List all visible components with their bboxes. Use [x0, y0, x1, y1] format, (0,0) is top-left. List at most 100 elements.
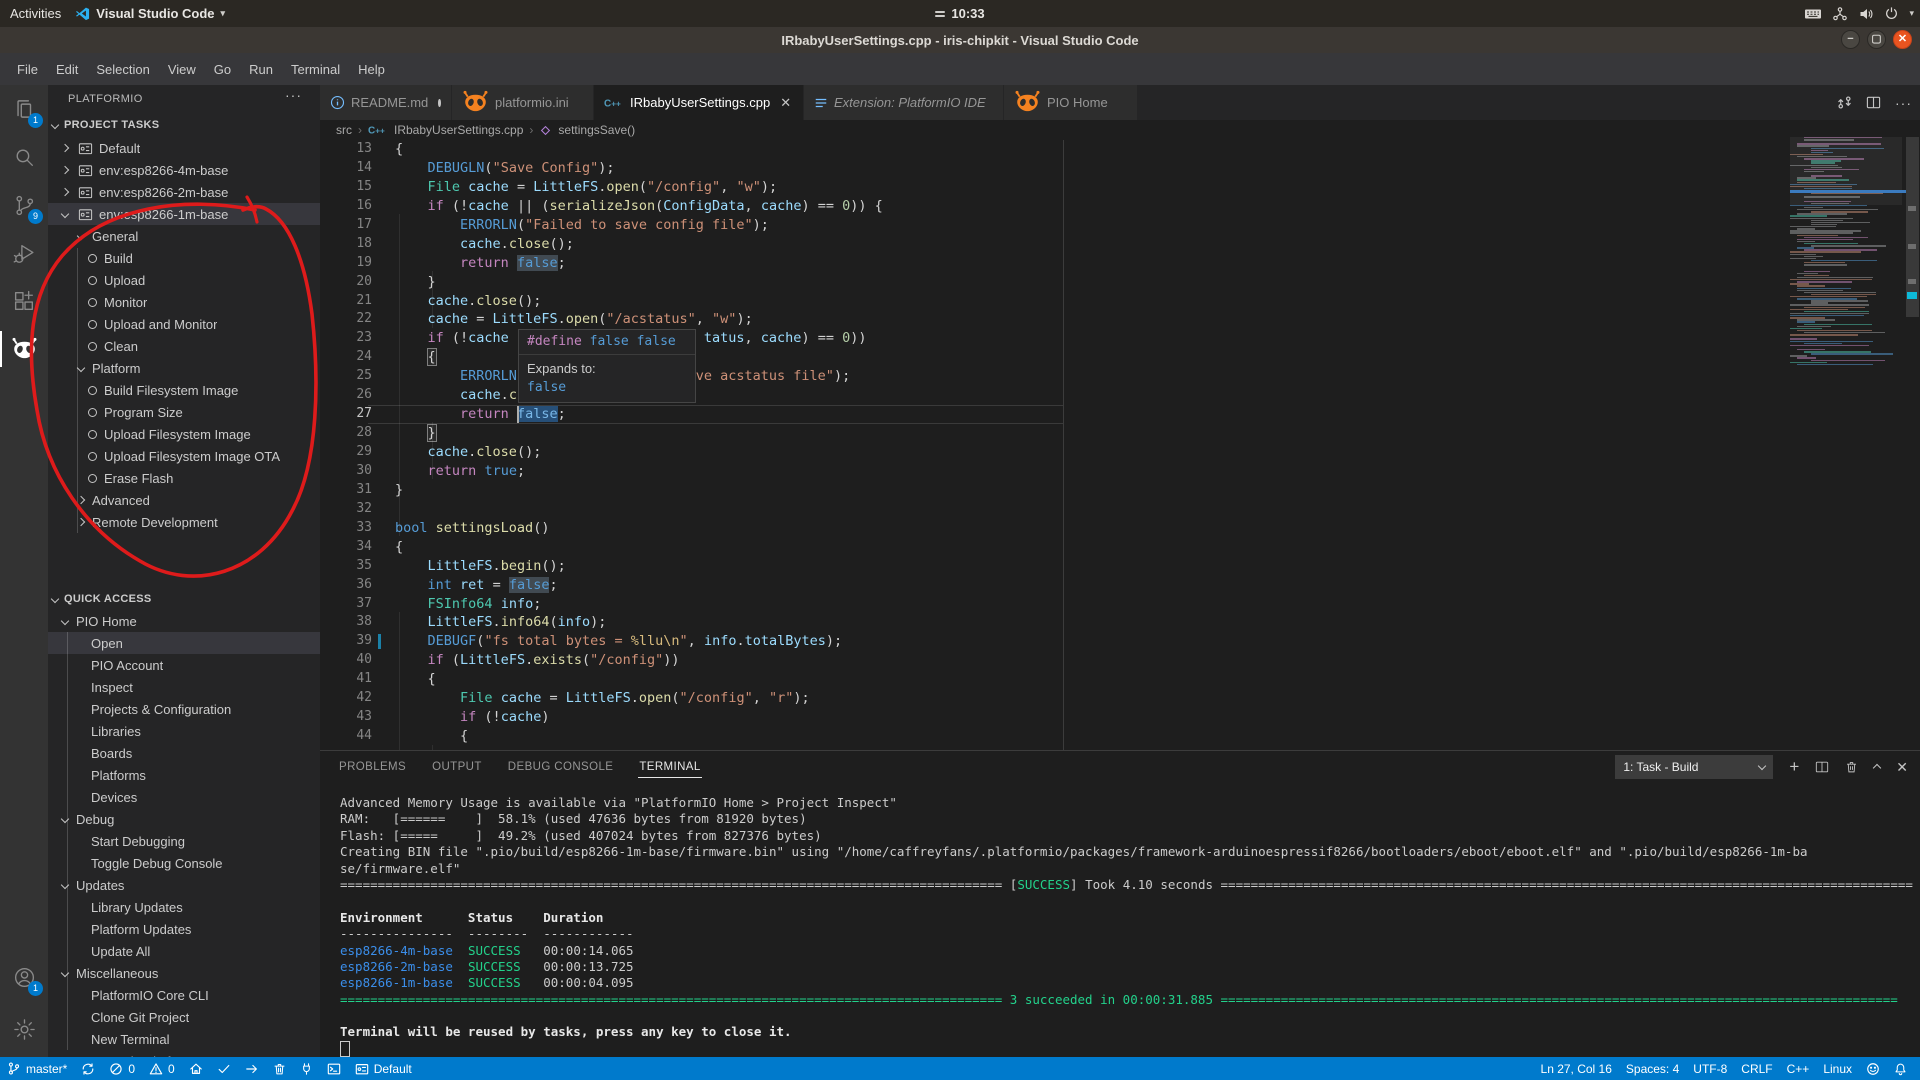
activity-extensions-icon[interactable]: [0, 277, 48, 325]
chevron-down-icon[interactable]: ▾: [1909, 8, 1914, 19]
kill-terminal-icon[interactable]: [1845, 760, 1858, 774]
more-actions-icon[interactable]: ···: [285, 87, 302, 103]
task-build[interactable]: Build: [48, 247, 320, 269]
pio-clean-button[interactable]: [266, 1057, 293, 1080]
close-button[interactable]: ✕: [1893, 30, 1912, 49]
quick-update-all[interactable]: Update All: [48, 940, 320, 962]
menu-edit[interactable]: Edit: [47, 58, 87, 81]
tab-pio-home[interactable]: PIO Home: [1004, 85, 1138, 120]
split-editor-icon[interactable]: [1866, 95, 1881, 110]
quick-start-debugging[interactable]: Start Debugging: [48, 830, 320, 852]
menu-selection[interactable]: Selection: [87, 58, 158, 81]
tab-readme-md[interactable]: README.md: [320, 85, 452, 120]
menu-view[interactable]: View: [159, 58, 205, 81]
error-count[interactable]: 0: [102, 1057, 142, 1080]
code-line-42[interactable]: 42 File cache = LittleFS.open("/config",…: [320, 689, 1920, 708]
code-line-16[interactable]: 16 if (!cache || (serializeJson(ConfigDa…: [320, 197, 1920, 216]
branch-indicator[interactable]: master*: [0, 1057, 74, 1080]
code-editor[interactable]: 13{14 DEBUGLN("Save Config");15 File cac…: [320, 140, 1920, 751]
menu-help[interactable]: Help: [349, 58, 394, 81]
activity-search-icon[interactable]: [0, 133, 48, 181]
quick-library-updates[interactable]: Library Updates: [48, 896, 320, 918]
breadcrumb-item[interactable]: settingsSave(): [558, 123, 635, 137]
terminal-selector-dropdown[interactable]: 1: Task - Build: [1615, 755, 1773, 779]
code-line-39[interactable]: 39 DEBUGF("fs total bytes = %llu\n", inf…: [320, 632, 1920, 651]
maximize-button[interactable]: ▢: [1867, 30, 1886, 49]
quick-boards[interactable]: Boards: [48, 742, 320, 764]
menu-terminal[interactable]: Terminal: [282, 58, 349, 81]
task-upload[interactable]: Upload: [48, 269, 320, 291]
code-line-40[interactable]: 40 if (LittleFS.exists("/config")): [320, 651, 1920, 670]
task-upload-and-monitor[interactable]: Upload and Monitor: [48, 313, 320, 335]
panel-tab-debug-console[interactable]: DEBUG CONSOLE: [507, 757, 615, 777]
minimize-button[interactable]: −: [1841, 30, 1860, 49]
terminal-output[interactable]: Advanced Memory Usage is available via "…: [340, 795, 1908, 1054]
remote-os[interactable]: Linux: [1816, 1057, 1859, 1080]
language-mode[interactable]: C++: [1780, 1057, 1817, 1080]
task-clean[interactable]: Clean: [48, 335, 320, 357]
pio-serial-monitor-button[interactable]: [293, 1057, 320, 1080]
quick-clone-git-project[interactable]: Clone Git Project: [48, 1006, 320, 1028]
tab-extension-platformio-ide[interactable]: Extension: PlatformIO IDE: [804, 85, 1004, 120]
task-default[interactable]: Default: [48, 137, 320, 159]
panel-tab-terminal[interactable]: TERMINAL: [638, 757, 701, 778]
task-program-size[interactable]: Program Size: [48, 401, 320, 423]
task-env-esp8266-4m-base[interactable]: env:esp8266-4m-base: [48, 159, 320, 181]
code-line-20[interactable]: 20 }: [320, 273, 1920, 292]
quick-open[interactable]: Open: [48, 632, 320, 654]
pio-env-selector[interactable]: Default: [348, 1057, 419, 1080]
quick-platform-updates[interactable]: Platform Updates: [48, 918, 320, 940]
activity-source-control-icon[interactable]: 9: [0, 181, 48, 229]
quick-new-terminal[interactable]: New Terminal: [48, 1028, 320, 1050]
panel-tab-output[interactable]: OUTPUT: [431, 757, 483, 777]
code-line-18[interactable]: 18 cache.close();: [320, 235, 1920, 254]
code-line-13[interactable]: 13{: [320, 140, 1920, 159]
code-line-19[interactable]: 19 return false;: [320, 254, 1920, 273]
task-env-esp8266-1m-base[interactable]: env:esp8266-1m-base: [48, 203, 320, 225]
split-terminal-icon[interactable]: [1815, 760, 1829, 774]
section-project-tasks[interactable]: PROJECT TASKS: [48, 114, 320, 136]
clock-menu[interactable]: 10:33: [0, 0, 1920, 27]
breadcrumb[interactable]: src›C++IRbabyUserSettings.cpp›settingsSa…: [320, 120, 1920, 140]
quick-projects-configuration[interactable]: Projects & Configuration: [48, 698, 320, 720]
code-line-44[interactable]: 44 {: [320, 727, 1920, 746]
sync-button[interactable]: [74, 1057, 102, 1080]
minimap[interactable]: [1790, 137, 1902, 697]
notifications-button[interactable]: [1887, 1057, 1914, 1080]
menu-go[interactable]: Go: [205, 58, 240, 81]
quick-inspect[interactable]: Inspect: [48, 676, 320, 698]
code-line-41[interactable]: 41 {: [320, 670, 1920, 689]
quick-updates[interactable]: Updates: [48, 874, 320, 896]
code-line-34[interactable]: 34{: [320, 538, 1920, 557]
activity-run-debug-icon[interactable]: [0, 229, 48, 277]
code-line-14[interactable]: 14 DEBUGLN("Save Config");: [320, 159, 1920, 178]
menu-file[interactable]: File: [8, 58, 47, 81]
code-line-30[interactable]: 30 return true;: [320, 462, 1920, 481]
code-line-31[interactable]: 31}: [320, 481, 1920, 500]
compare-changes-icon[interactable]: [1837, 95, 1852, 110]
quick-pio-account[interactable]: PIO Account: [48, 654, 320, 676]
tab-irbabyusersettings-cpp[interactable]: C++IRbabyUserSettings.cpp✕: [594, 85, 804, 120]
breadcrumb-item[interactable]: src: [336, 123, 352, 137]
eol-sequence[interactable]: CRLF: [1734, 1057, 1779, 1080]
quick-toggle-debug-console[interactable]: Toggle Debug Console: [48, 852, 320, 874]
code-line-38[interactable]: 38 LittleFS.info64(info);: [320, 613, 1920, 632]
code-line-22[interactable]: 22 cache = LittleFS.open("/acstatus", "w…: [320, 310, 1920, 329]
code-line-21[interactable]: 21 cache.close();: [320, 292, 1920, 311]
more-actions-icon[interactable]: ···: [1895, 95, 1912, 111]
code-line-33[interactable]: 33bool settingsLoad(): [320, 519, 1920, 538]
quick-devices[interactable]: Devices: [48, 786, 320, 808]
task-upload-filesystem-image-ota[interactable]: Upload Filesystem Image OTA: [48, 445, 320, 467]
quick-libraries[interactable]: Libraries: [48, 720, 320, 742]
tab-platformio-ini[interactable]: platformio.ini: [452, 85, 594, 120]
task-platform[interactable]: Platform: [48, 357, 320, 379]
cursor-position[interactable]: Ln 27, Col 16: [1534, 1057, 1619, 1080]
pio-build-button[interactable]: [210, 1057, 238, 1080]
close-panel-icon[interactable]: ✕: [1896, 759, 1908, 776]
activity-platformio-icon[interactable]: [0, 325, 48, 373]
breadcrumb-item[interactable]: IRbabyUserSettings.cpp: [394, 123, 523, 137]
task-upload-filesystem-image[interactable]: Upload Filesystem Image: [48, 423, 320, 445]
encoding[interactable]: UTF-8: [1686, 1057, 1734, 1080]
quick-upgrade-platformio-core[interactable]: Upgrade PlatformIO Core: [48, 1050, 320, 1057]
task-env-esp8266-2m-base[interactable]: env:esp8266-2m-base: [48, 181, 320, 203]
